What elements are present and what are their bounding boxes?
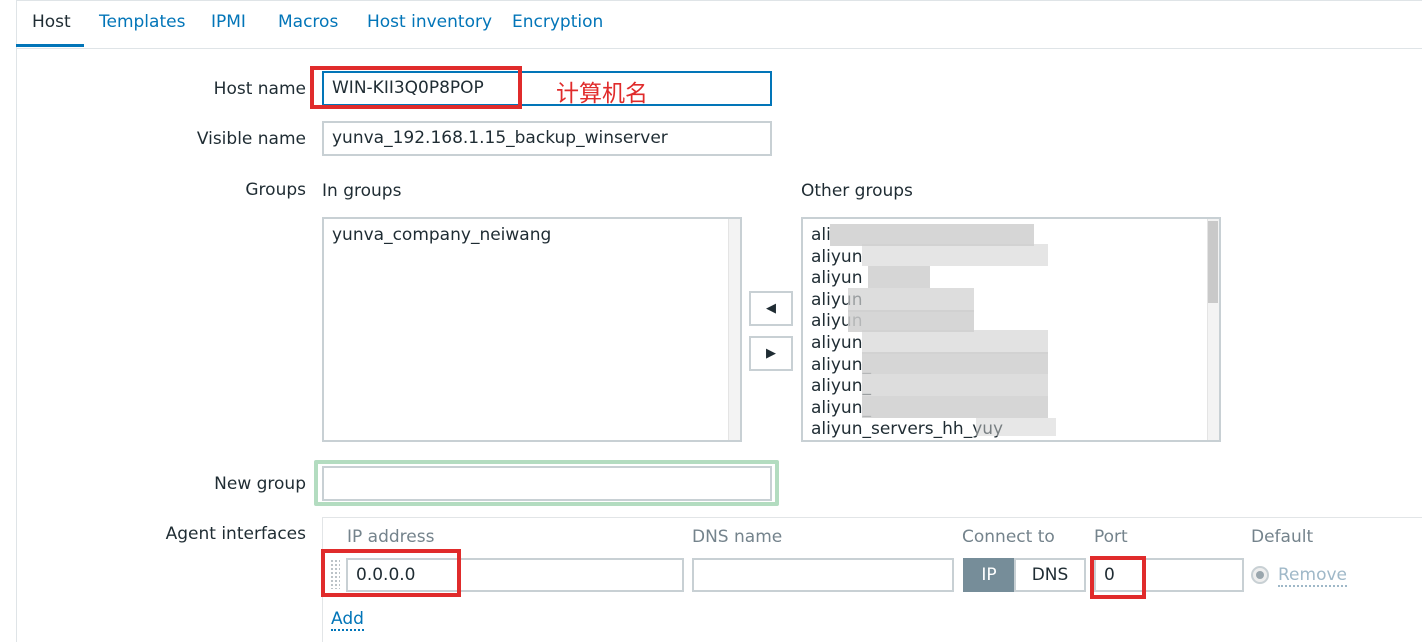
col-connect-to: Connect to bbox=[962, 527, 1055, 547]
remove-interface-link[interactable]: Remove bbox=[1278, 565, 1347, 587]
in-groups-label: In groups bbox=[322, 181, 402, 201]
tab-encryption[interactable]: Encryption bbox=[512, 12, 603, 32]
connect-dns-label: DNS bbox=[1031, 565, 1069, 585]
tab-host[interactable]: Host bbox=[32, 12, 71, 32]
move-to-in-groups-button[interactable]: ▶ bbox=[749, 336, 793, 371]
col-port: Port bbox=[1094, 527, 1128, 547]
in-groups-scrollbar[interactable] bbox=[728, 219, 740, 440]
host-name-value: WIN-KII3Q0P8POP bbox=[332, 78, 484, 98]
agent-interfaces-label: Agent interfaces bbox=[165, 524, 306, 544]
connect-ip-button[interactable]: IP bbox=[963, 558, 1015, 592]
port-input[interactable]: 0 bbox=[1094, 558, 1244, 592]
dns-name-input[interactable] bbox=[692, 558, 954, 592]
in-groups-list[interactable]: yunva_company_neiwang bbox=[322, 217, 742, 442]
drag-handle-icon[interactable] bbox=[330, 559, 340, 589]
other-groups-scrollbar[interactable] bbox=[1207, 219, 1219, 440]
connect-dns-button[interactable]: DNS bbox=[1014, 558, 1086, 592]
host-name-annotation: 计算机名 bbox=[556, 81, 648, 107]
new-group-label: New group bbox=[214, 474, 306, 494]
groups-label: Groups bbox=[245, 180, 306, 200]
host-name-input[interactable]: WIN-KII3Q0P8POP bbox=[322, 71, 772, 106]
new-group-input[interactable] bbox=[322, 466, 772, 501]
list-item[interactable]: aliyun bbox=[803, 268, 1219, 290]
col-default: Default bbox=[1251, 527, 1314, 547]
move-to-other-groups-button[interactable]: ◀ bbox=[749, 291, 793, 326]
tab-templates[interactable]: Templates bbox=[99, 12, 185, 32]
list-item[interactable]: yunva_company_neiwang bbox=[324, 225, 740, 247]
active-tab-indicator bbox=[16, 44, 84, 47]
tab-macros[interactable]: Macros bbox=[278, 12, 338, 32]
visible-name-input[interactable]: yunva_192.168.1.15_backup_winserver bbox=[322, 121, 772, 156]
arrow-right-icon: ▶ bbox=[766, 346, 776, 361]
ip-address-input[interactable]: 0.0.0.0 bbox=[346, 558, 684, 592]
port-value: 0 bbox=[1104, 565, 1115, 585]
tab-host-inventory[interactable]: Host inventory bbox=[367, 12, 492, 32]
host-name-label: Host name bbox=[213, 79, 306, 99]
tab-ipmi[interactable]: IPMI bbox=[211, 12, 246, 32]
visible-name-value: yunva_192.168.1.15_backup_winserver bbox=[332, 128, 668, 148]
ip-address-value: 0.0.0.0 bbox=[356, 565, 416, 585]
default-interface-radio[interactable] bbox=[1251, 566, 1269, 584]
col-ip-address: IP address bbox=[347, 527, 435, 547]
scrollbar-thumb[interactable] bbox=[1208, 221, 1218, 303]
add-interface-link[interactable]: Add bbox=[331, 609, 364, 631]
visible-name-label: Visible name bbox=[196, 129, 306, 149]
arrow-left-icon: ◀ bbox=[766, 301, 776, 316]
col-dns-name: DNS name bbox=[692, 527, 783, 547]
connect-ip-label: IP bbox=[981, 565, 997, 585]
other-groups-label: Other groups bbox=[801, 181, 913, 201]
